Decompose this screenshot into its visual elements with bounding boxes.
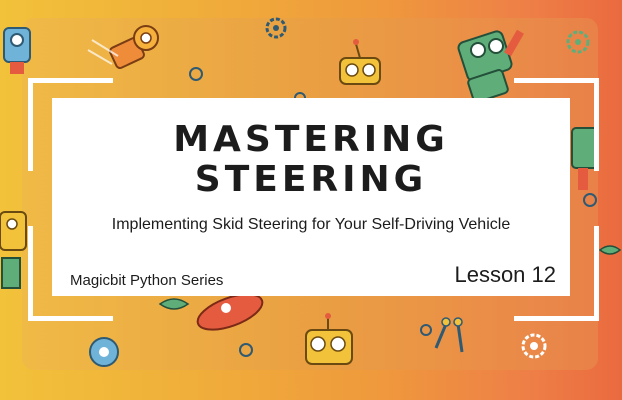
lesson-number: Lesson 12 (454, 262, 556, 287)
gear-icon (265, 17, 287, 39)
gear-icon (566, 30, 590, 54)
lesson-banner: Mastering Steering Implementing Skid Ste… (0, 0, 622, 400)
gear-icon (521, 333, 547, 359)
antenna-icon (434, 317, 464, 353)
title-line-2: Steering (194, 159, 428, 200)
lesson-title: Mastering Steering (52, 120, 570, 200)
series-label: Magicbit Python Series (70, 272, 224, 289)
robot-icon (87, 25, 159, 69)
title-line-1: Mastering (173, 119, 449, 160)
robot-icon (3, 27, 31, 74)
robot-icon (89, 337, 119, 367)
title-card: Mastering Steering Implementing Skid Ste… (52, 98, 570, 296)
lesson-subtitle: Implementing Skid Steering for Your Self… (111, 216, 511, 233)
robot-icon (339, 39, 381, 85)
robot-icon (305, 313, 353, 365)
robot-icon (0, 211, 27, 289)
